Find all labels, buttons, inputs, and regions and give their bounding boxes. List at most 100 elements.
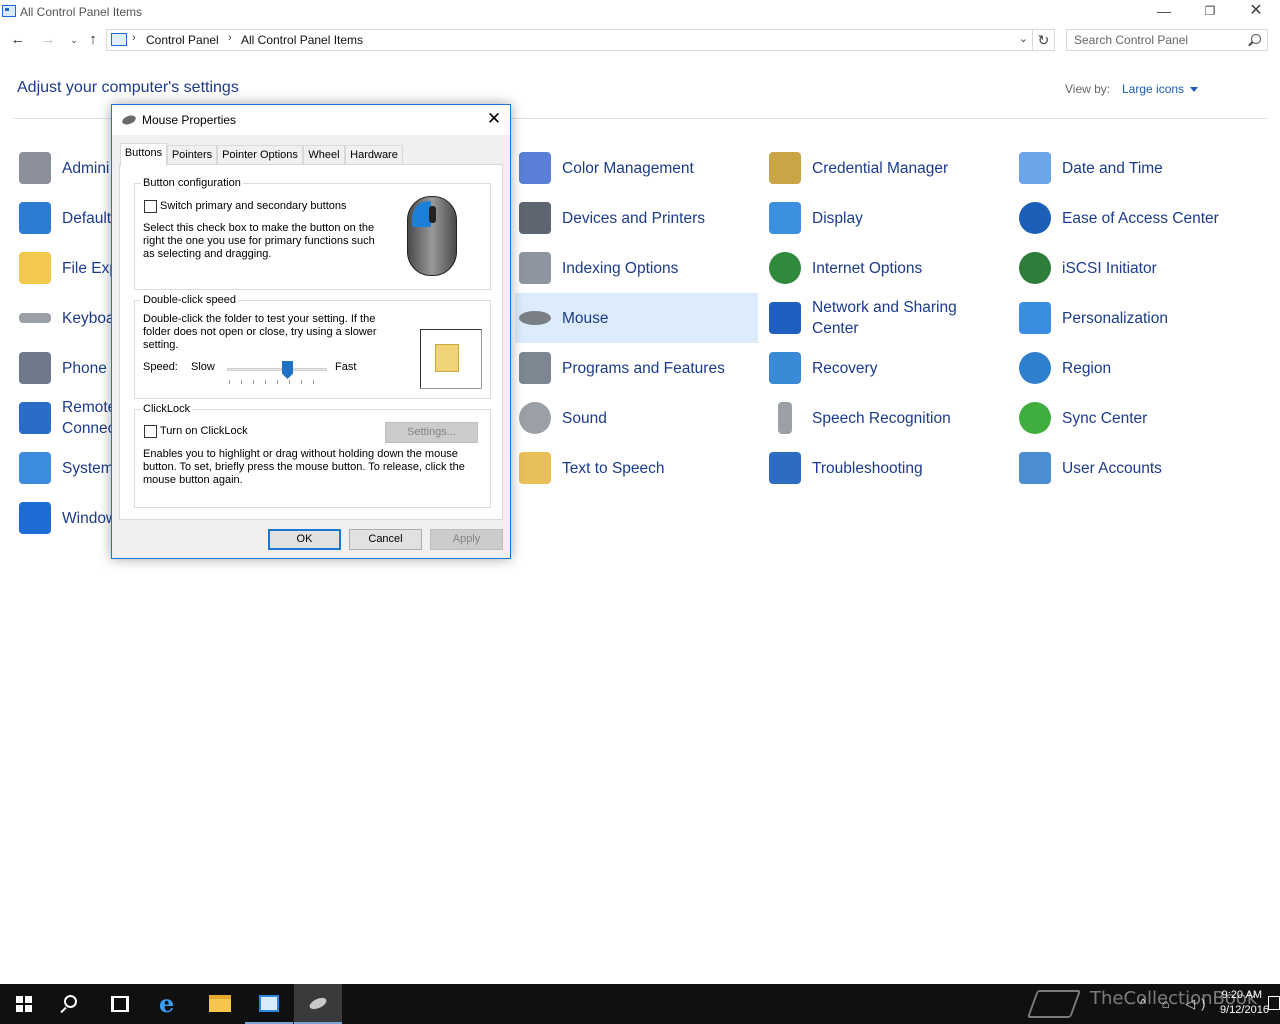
- search-input[interactable]: Search Control Panel: [1066, 29, 1268, 51]
- clicklock-description: Enables you to highlight or drag without…: [143, 448, 465, 486]
- start-button[interactable]: [0, 984, 48, 1024]
- cp-item-mouse[interactable]: Mouse: [515, 293, 758, 343]
- taskbar-internet-explorer[interactable]: e: [146, 984, 194, 1024]
- personalization-icon: [1019, 302, 1051, 334]
- search-placeholder: Search Control Panel: [1074, 33, 1189, 47]
- fast-label: Fast: [335, 361, 357, 373]
- cp-item-label: Personalization: [1062, 310, 1168, 327]
- close-window-button[interactable]: ✕: [1233, 0, 1279, 24]
- cp-item-credential-manager[interactable]: Credential Manager: [765, 143, 1008, 193]
- up-arrow-icon[interactable]: ↑: [83, 30, 103, 50]
- cp-item-label: System: [62, 460, 114, 477]
- switch-buttons-label[interactable]: Switch primary and secondary buttons: [160, 200, 346, 213]
- windows-logo-icon: [16, 996, 32, 1012]
- task-view-button[interactable]: [96, 984, 144, 1024]
- cancel-button[interactable]: Cancel: [349, 529, 422, 550]
- speed-slider-track[interactable]: [227, 368, 327, 371]
- mouse-illustration-icon: [407, 196, 457, 276]
- search-icon[interactable]: [1251, 34, 1261, 44]
- tab-pointers[interactable]: Pointers: [167, 145, 217, 165]
- cp-item-color-management[interactable]: Color Management: [515, 143, 758, 193]
- speed-slider-thumb[interactable]: [282, 361, 293, 379]
- cp-item-internet-options[interactable]: Internet Options: [765, 243, 1008, 293]
- view-by-dropdown[interactable]: Large icons: [1122, 82, 1198, 96]
- mouse-icon: [519, 311, 551, 325]
- back-arrow-icon[interactable]: ←: [8, 30, 28, 50]
- taskbar-mouse-properties[interactable]: [294, 984, 342, 1024]
- test-folder-box[interactable]: [420, 329, 482, 389]
- windows-firewall-icon: [19, 502, 51, 534]
- sync-center-icon: [1019, 402, 1051, 434]
- tab-buttons[interactable]: Buttons: [120, 143, 167, 166]
- buttons-tab-panel: Button configuration Switch primary and …: [119, 164, 503, 520]
- restore-button[interactable]: ❐: [1187, 0, 1233, 24]
- breadcrumb-separator[interactable]: ›: [228, 32, 232, 44]
- cp-item-troubleshooting[interactable]: Troubleshooting: [765, 443, 1008, 493]
- cp-item-label: Phone: [62, 360, 107, 377]
- internet-options-icon: [769, 252, 801, 284]
- clicklock-settings-button[interactable]: Settings...: [385, 422, 478, 443]
- tab-hardware[interactable]: Hardware: [345, 145, 403, 165]
- taskbar-search-button[interactable]: [48, 984, 96, 1024]
- cp-item-label: Admini: [62, 160, 110, 177]
- cp-item-label: Internet Options: [812, 260, 923, 277]
- sound-icon: [519, 402, 551, 434]
- cp-item-label: Troubleshooting: [812, 460, 923, 477]
- folder-icon[interactable]: [435, 344, 459, 372]
- cp-item-sync-center[interactable]: Sync Center: [1015, 393, 1258, 443]
- cp-item-text-to-speech[interactable]: Text to Speech: [515, 443, 758, 493]
- recent-locations-chevron-icon[interactable]: ⌄: [64, 30, 84, 50]
- cp-item-programs-features[interactable]: Programs and Features: [515, 343, 758, 393]
- address-dropdown-chevron-icon[interactable]: ⌄: [1019, 32, 1028, 45]
- cp-item-sound[interactable]: Sound: [515, 393, 758, 443]
- taskbar-control-panel[interactable]: [245, 984, 293, 1024]
- window-title: All Control Panel Items: [20, 5, 143, 19]
- breadcrumb-separator[interactable]: ›: [132, 32, 136, 44]
- cp-item-display[interactable]: Display: [765, 193, 1008, 243]
- scroll-wheel: [429, 206, 436, 223]
- cp-item-region[interactable]: Region: [1015, 343, 1258, 393]
- cp-item-speech-recognition[interactable]: Speech Recognition: [765, 393, 1008, 443]
- address-bar[interactable]: › Control Panel › All Control Panel Item…: [106, 29, 1033, 51]
- clicklock-checkbox[interactable]: [144, 425, 157, 438]
- cp-item-ease-of-access[interactable]: Ease of Access Center: [1015, 193, 1258, 243]
- dialog-close-button[interactable]: ✕: [484, 109, 504, 129]
- cp-item-label: Text to Speech: [562, 460, 665, 477]
- speed-slider-ticks: [229, 380, 325, 384]
- region-icon: [1019, 352, 1051, 384]
- double-click-description: Double-click the folder to test your set…: [143, 313, 377, 351]
- cp-item-recovery[interactable]: Recovery: [765, 343, 1008, 393]
- control-panel-icon: [111, 33, 127, 46]
- ok-button[interactable]: OK: [268, 529, 341, 550]
- dialog-titlebar: Mouse Properties ✕: [112, 105, 510, 135]
- apply-button[interactable]: Apply: [430, 529, 503, 550]
- cp-item-label: Keyboa: [62, 310, 115, 327]
- date-time-icon: [1019, 152, 1051, 184]
- iscsi-initiator-icon: [1019, 252, 1051, 284]
- clicklock-group: ClickLock Turn on ClickLock Settings... …: [134, 403, 491, 508]
- cp-item-label: iSCSI Initiator: [1062, 260, 1157, 277]
- cp-item-indexing-options[interactable]: Indexing Options: [515, 243, 758, 293]
- tab-wheel[interactable]: Wheel: [303, 145, 345, 165]
- page-title: Adjust your computer's settings: [17, 79, 239, 96]
- action-center-icon[interactable]: [1268, 996, 1280, 1010]
- breadcrumb-control-panel[interactable]: Control Panel: [146, 33, 219, 47]
- cp-item-iscsi-initiator[interactable]: iSCSI Initiator: [1015, 243, 1258, 293]
- refresh-icon[interactable]: ↻: [1033, 29, 1055, 51]
- taskbar-file-explorer[interactable]: [196, 984, 244, 1024]
- clicklock-label[interactable]: Turn on ClickLock: [160, 425, 248, 438]
- cp-item-network-sharing-center[interactable]: Network and Sharing Center: [765, 293, 1008, 343]
- breadcrumb-all-items[interactable]: All Control Panel Items: [241, 33, 363, 47]
- forward-arrow-icon[interactable]: →: [38, 30, 58, 50]
- tab-pointer-options[interactable]: Pointer Options: [217, 145, 303, 165]
- cp-item-personalization[interactable]: Personalization: [1015, 293, 1258, 343]
- file-explorer-options-icon: [19, 252, 51, 284]
- minimize-button[interactable]: —: [1141, 0, 1187, 24]
- cp-item-devices-printers[interactable]: Devices and Printers: [515, 193, 758, 243]
- cp-item-label: Sound: [562, 410, 607, 427]
- switch-buttons-checkbox[interactable]: [144, 200, 157, 213]
- keyboard-icon: [19, 313, 51, 323]
- cp-item-user-accounts[interactable]: User Accounts: [1015, 443, 1258, 493]
- programs-features-icon: [519, 352, 551, 384]
- cp-item-date-time[interactable]: Date and Time: [1015, 143, 1258, 193]
